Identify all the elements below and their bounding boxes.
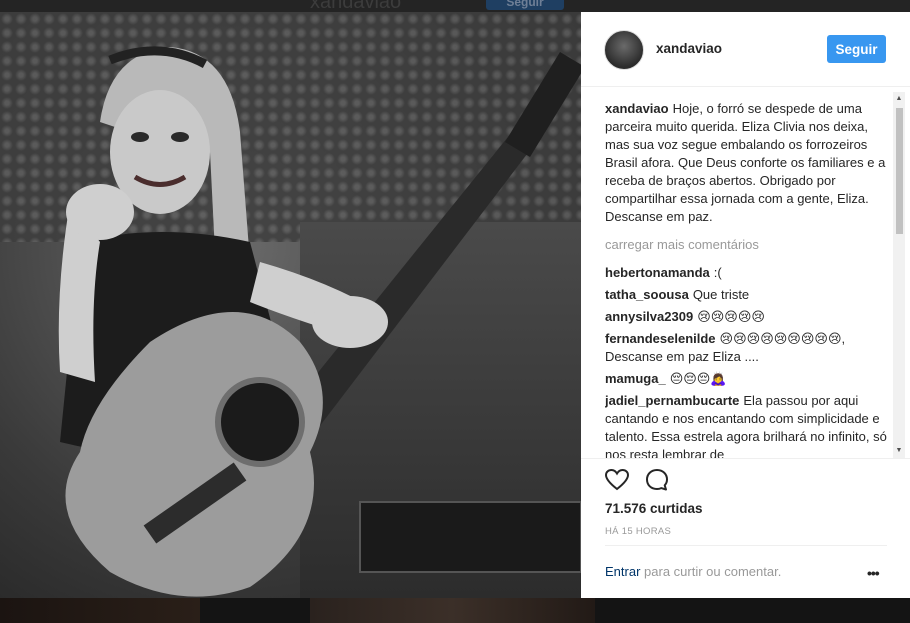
comment-item: tatha_soousa Que triste: [605, 286, 887, 304]
follow-button[interactable]: Seguir: [827, 35, 886, 63]
login-prompt-text: para curtir ou comentar.: [644, 564, 782, 579]
divider: [605, 545, 887, 546]
comment-item: fernandeselenilde 😢😢😢😢😢😢😢😢😢, Descanse em …: [605, 330, 887, 366]
background-follow-button: Seguir: [486, 0, 564, 10]
background-thumbnail: [0, 598, 200, 623]
comment-text: 😢😢😢😢😢: [697, 309, 765, 324]
post-photo[interactable]: [0, 12, 581, 598]
caption-author[interactable]: xandaviao: [605, 101, 669, 116]
comment-author[interactable]: hebertonamanda: [605, 265, 710, 280]
comment-text: Que triste: [692, 287, 750, 302]
comments-scrollbar-thumb[interactable]: [896, 108, 903, 234]
comment-item: jadiel_pernambucarte Ela passou por aqui …: [605, 392, 887, 458]
scroll-up-arrow-icon[interactable]: ▲: [894, 94, 904, 104]
login-prompt: Entrar para curtir ou comentar.: [605, 564, 781, 579]
comment-text: 😔😔😔🙇‍♀️: [669, 371, 727, 386]
post-sidebar: xandaviao Seguir xandaviao Hoje, o forró …: [581, 12, 910, 598]
post-username[interactable]: xandaviao: [656, 41, 722, 56]
comment-author[interactable]: annysilva2309: [605, 309, 693, 324]
comment-bubble-icon[interactable]: [643, 466, 671, 494]
divider: [581, 458, 910, 459]
comment-list: xandaviao Hoje, o forró se despede de uma…: [605, 100, 887, 458]
like-count[interactable]: 71.576 curtidas: [605, 501, 703, 516]
comment-author[interactable]: fernandeselenilde: [605, 331, 716, 346]
comment-author[interactable]: tatha_soousa: [605, 287, 689, 302]
comment-item: mamuga_ 😔😔😔🙇‍♀️: [605, 370, 887, 388]
more-options-icon[interactable]: •••: [867, 565, 880, 581]
load-more-comments-link[interactable]: carregar mais comentários: [605, 236, 887, 254]
comment-author[interactable]: jadiel_pernambucarte: [605, 393, 739, 408]
post-timestamp: HÁ 15 HORAS: [605, 526, 672, 537]
comment-item: hebertonamanda:(: [605, 264, 887, 282]
heart-icon[interactable]: [603, 466, 631, 494]
background-header: xandaviao Seguir: [0, 0, 910, 12]
avatar[interactable]: [604, 30, 644, 70]
comment-item: annysilva2309 😢😢😢😢😢: [605, 308, 887, 326]
caption-text: Hoje, o forró se despede de uma parceira…: [605, 101, 886, 224]
post-header: xandaviao Seguir: [581, 12, 910, 87]
comment-text: :(: [713, 265, 722, 280]
comment-author[interactable]: mamuga_: [605, 371, 666, 386]
background-username: xandaviao: [310, 0, 402, 12]
login-link[interactable]: Entrar: [605, 564, 640, 579]
photo-illustration: [58, 46, 581, 597]
background-thumbnail: [310, 598, 595, 623]
scroll-down-arrow-icon[interactable]: ▼: [894, 446, 904, 456]
caption: xandaviao Hoje, o forró se despede de uma…: [605, 100, 887, 226]
